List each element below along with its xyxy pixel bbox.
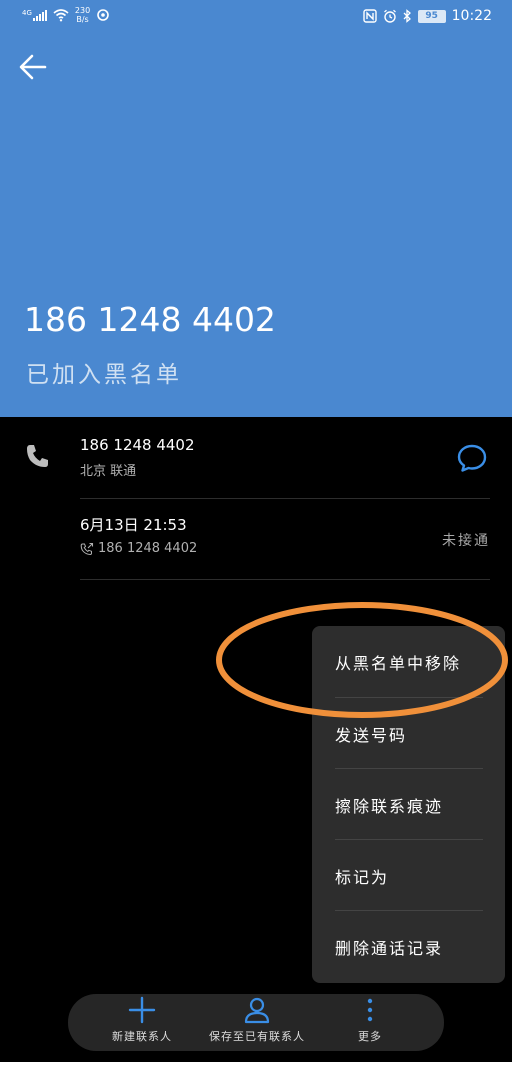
page-title: 186 1248 4402 <box>24 300 276 339</box>
contact-number: 186 1248 4402 <box>80 436 195 454</box>
contact-location: 北京 联通 <box>80 464 137 479</box>
wifi-icon <box>53 8 69 21</box>
save-to-existing-button[interactable]: 保存至已有联系人 <box>200 994 314 1051</box>
menu-item-send-number[interactable]: 发送号码 <box>335 698 483 769</box>
speed-unit: B/s <box>76 15 89 24</box>
call-log-number: 186 1248 4402 <box>80 541 197 556</box>
network-speed: 230 B/s <box>75 6 90 24</box>
divider <box>80 579 490 580</box>
call-log-row[interactable]: 6月13日 21:53 186 1248 4402 <box>80 514 197 556</box>
menu-item-remove-blacklist[interactable]: 从黑名单中移除 <box>335 626 483 697</box>
call-number: 186 1248 4402 <box>98 541 198 556</box>
battery-icon: 95 <box>417 9 446 23</box>
plus-icon <box>128 996 156 1024</box>
status-right: 95 10:22 <box>362 8 492 24</box>
phone-icon[interactable] <box>24 442 52 470</box>
battery-level: 95 <box>425 11 438 21</box>
call-status: 未接通 <box>442 533 490 549</box>
new-contact-button[interactable]: 新建联系人 <box>90 994 194 1051</box>
back-arrow-icon <box>19 54 47 80</box>
bluetooth-icon <box>403 9 411 23</box>
bottom-action-bar: 新建联系人 保存至已有联系人 更多 <box>68 994 444 1051</box>
divider <box>80 498 490 499</box>
save-existing-label: 保存至已有联系人 <box>209 1030 305 1043</box>
status-time: 10:22 <box>451 8 492 24</box>
alarm-icon <box>383 9 396 23</box>
blacklist-status: 已加入黑名单 <box>26 362 182 388</box>
contact-number-row[interactable]: 186 1248 4402 北京 联通 <box>80 436 195 479</box>
person-icon <box>244 997 270 1024</box>
menu-item-erase-traces[interactable]: 擦除联系痕迹 <box>335 769 483 840</box>
signal-icon: 4G <box>22 8 47 21</box>
overflow-menu: 从黑名单中移除 发送号码 擦除联系痕迹 标记为 删除通话记录 <box>312 626 505 983</box>
call-datetime: 6月13日 21:53 <box>80 516 187 534</box>
menu-item-mark-as[interactable]: 标记为 <box>335 840 483 911</box>
network-type: 4G <box>22 8 32 17</box>
status-bar: 4G 230 B/s 95 10:22 <box>0 0 512 34</box>
header-banner: 4G 230 B/s 95 10:22 186 1248 4402 已加入黑名单 <box>0 0 512 417</box>
nfc-icon <box>362 9 377 23</box>
back-button[interactable] <box>14 48 54 88</box>
new-contact-label: 新建联系人 <box>112 1030 172 1043</box>
more-button[interactable]: 更多 <box>330 994 410 1051</box>
signal-bars-icon <box>32 9 47 21</box>
sync-icon <box>97 9 109 21</box>
speed-value: 230 <box>74 6 91 15</box>
more-label: 更多 <box>358 1030 382 1043</box>
outgoing-call-icon <box>80 542 94 555</box>
home-indicator <box>0 1062 512 1066</box>
status-left: 4G 230 B/s <box>22 6 110 24</box>
menu-item-delete-log[interactable]: 删除通话记录 <box>335 911 483 982</box>
message-button[interactable] <box>456 442 488 474</box>
more-vertical-icon <box>367 998 373 1022</box>
